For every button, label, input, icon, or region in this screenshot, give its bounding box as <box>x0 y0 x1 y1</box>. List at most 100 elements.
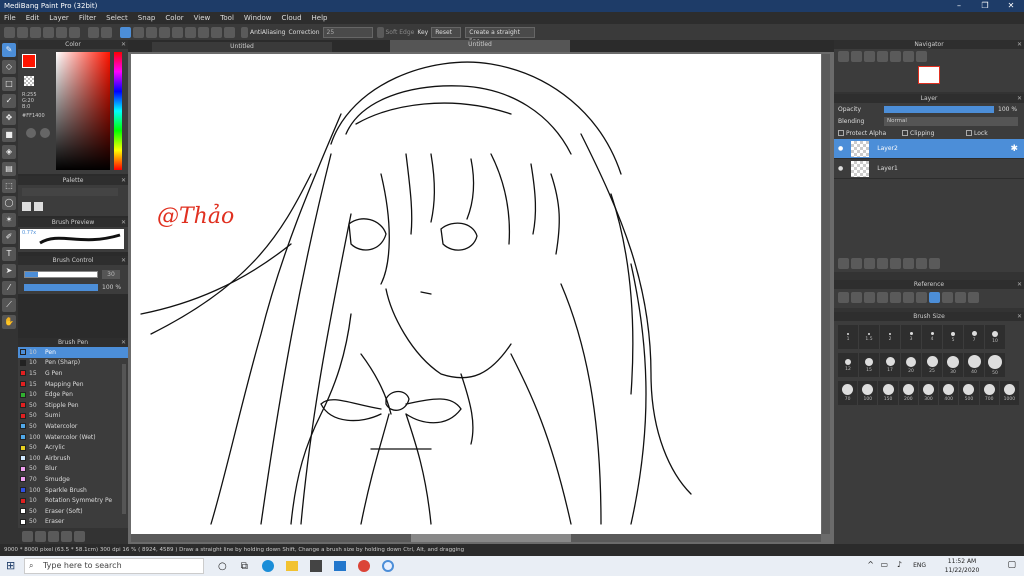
delete-palette-icon[interactable] <box>34 202 43 211</box>
mail-icon[interactable] <box>333 561 346 571</box>
edge-icon[interactable] <box>261 560 274 572</box>
ref-flip-icon[interactable] <box>968 292 979 303</box>
soft-edge-checkbox[interactable] <box>376 26 384 38</box>
straight-line-button[interactable]: Create a straight line <box>465 26 536 45</box>
hand-tool-icon[interactable]: ✋ <box>2 315 16 329</box>
merge-layer-icon[interactable] <box>916 258 927 269</box>
panel-close-icon[interactable]: ✕ <box>1017 312 1022 321</box>
brush-item[interactable]: 50 Sumi <box>18 411 128 422</box>
visibility-eye-icon[interactable]: ● <box>838 165 843 172</box>
protect-alpha-checkbox[interactable] <box>838 130 844 136</box>
cortana-icon[interactable]: ○ <box>218 561 227 572</box>
antialias-checkbox[interactable] <box>241 26 248 38</box>
eraser-tool-icon[interactable]: ◇ <box>2 60 16 74</box>
redo-icon[interactable] <box>101 26 112 38</box>
brush-tool-icon[interactable]: ✎ <box>2 43 16 57</box>
brush-add-icon[interactable] <box>22 530 33 542</box>
brush-size-option[interactable]: 200 <box>898 381 918 405</box>
brush-item[interactable]: 50 Blur <box>18 464 128 475</box>
ref-eyedropper-icon[interactable] <box>916 292 927 303</box>
panel-close-icon[interactable]: ✕ <box>1017 280 1022 289</box>
drawing-canvas[interactable]: @Thảo <box>131 54 821 534</box>
canvas-horizontal-scrollbar[interactable] <box>131 534 821 542</box>
brush-import-icon[interactable] <box>48 530 59 542</box>
windows-start-icon[interactable]: ⊞ <box>6 560 18 572</box>
brush-item[interactable]: 100 Watercolor (Wet) <box>18 432 128 443</box>
brush-size-option[interactable]: 25 <box>922 353 942 377</box>
menu-tool[interactable]: Tool <box>220 14 234 22</box>
operation-tool-icon[interactable]: ➤ <box>2 264 16 278</box>
zoom-out-icon[interactable] <box>851 51 862 62</box>
menu-layer[interactable]: Layer <box>49 14 69 22</box>
ref-close-icon[interactable] <box>864 292 875 303</box>
brush-size-option[interactable]: 10 <box>985 325 1005 349</box>
snap-cross-icon[interactable] <box>146 26 157 38</box>
brush-size-option[interactable]: 4 <box>922 325 942 349</box>
zoom-in-icon[interactable] <box>838 51 849 62</box>
layer-row-layer2[interactable]: ● Layer2 ✱ <box>834 139 1024 159</box>
brush-size-option[interactable]: 70 <box>838 381 858 405</box>
tray-chevron-icon[interactable]: ^ <box>867 560 874 569</box>
brush-size-option[interactable]: 17 <box>880 353 900 377</box>
brush-size-option[interactable]: 400 <box>939 381 959 405</box>
volume-icon[interactable]: ♪ <box>897 560 902 569</box>
add-layer-menu-icon[interactable] <box>877 258 888 269</box>
new-folder-icon[interactable] <box>890 258 901 269</box>
visibility-eye-icon[interactable]: ● <box>838 145 843 152</box>
brush-item[interactable]: 10 Rotation Symmetry Pe <box>18 495 128 506</box>
layer-row-layer1[interactable]: ● Layer1 <box>834 159 1024 179</box>
brush-item[interactable]: 50 Eraser (Soft) <box>18 506 128 517</box>
brush-size-option[interactable]: 700 <box>979 381 999 405</box>
panel-close-icon[interactable]: ✕ <box>121 256 126 265</box>
brush-size-option[interactable]: 1.5 <box>859 325 879 349</box>
brush-size-option[interactable]: 500 <box>959 381 979 405</box>
snap-gear-icon[interactable] <box>224 26 235 38</box>
brush-cloud-icon[interactable] <box>74 530 85 542</box>
menu-window[interactable]: Window <box>244 14 272 22</box>
ref-open-icon[interactable] <box>838 292 849 303</box>
menu-edit[interactable]: Edit <box>26 14 40 22</box>
select-pen-icon[interactable]: ✐ <box>2 230 16 244</box>
brush-size-option[interactable]: 1000 <box>999 381 1019 405</box>
task-view-icon[interactable]: ⧉ <box>241 561 248 572</box>
lasso-tool-icon[interactable]: ◯ <box>2 196 16 210</box>
rotate-left-icon[interactable] <box>890 51 901 62</box>
brush-item[interactable]: 100 Airbrush <box>18 453 128 464</box>
snap-curve-icon[interactable] <box>198 26 209 38</box>
navigator-thumbnail[interactable] <box>918 66 940 84</box>
panel-close-icon[interactable]: ✕ <box>121 40 126 49</box>
blending-select[interactable]: Normal <box>884 116 1018 126</box>
magic-wand-icon[interactable]: ✶ <box>2 213 16 227</box>
snap-parallel-icon[interactable] <box>133 26 144 38</box>
delete-layer-icon[interactable] <box>929 258 940 269</box>
text-tool-icon[interactable]: T <box>2 247 16 261</box>
menu-color[interactable]: Color <box>165 14 183 22</box>
fill-rect-tool-icon[interactable]: ■ <box>2 128 16 142</box>
minimize-button[interactable]: – <box>946 0 972 12</box>
store-icon[interactable] <box>309 560 322 572</box>
ref-image-icon[interactable] <box>851 292 862 303</box>
clock[interactable]: 11:52 AM 11/22/2020 <box>930 557 994 575</box>
undo-icon[interactable] <box>88 26 99 38</box>
snap-settings-icon[interactable] <box>211 26 222 38</box>
brush-item[interactable]: 10 Edge Pen <box>18 389 128 400</box>
brush-size-option[interactable]: 3 <box>901 325 921 349</box>
cloud-icon[interactable] <box>4 26 15 38</box>
close-button[interactable]: ✕ <box>998 0 1024 12</box>
menu-cloud[interactable]: Cloud <box>282 14 302 22</box>
add-palette-icon[interactable] <box>22 202 31 211</box>
snap-radial-icon[interactable] <box>172 26 183 38</box>
brush-size-option[interactable]: 1 <box>838 325 858 349</box>
brush-size-option[interactable]: 50 <box>985 353 1005 377</box>
brush-item[interactable]: 15 G Pen <box>18 368 128 379</box>
hue-slider[interactable] <box>114 52 122 170</box>
brush-size-option[interactable]: 2 <box>880 325 900 349</box>
panel-close-icon[interactable]: ✕ <box>121 218 126 227</box>
grid-icon[interactable] <box>56 26 67 38</box>
brush-size-option[interactable]: 100 <box>858 381 878 405</box>
file-explorer-icon[interactable] <box>285 561 298 571</box>
brush-item[interactable]: 70 Smudge <box>18 474 128 485</box>
color-mode-icon[interactable] <box>40 128 50 138</box>
snap-off-icon[interactable] <box>120 26 131 38</box>
eyedropper-tool-icon[interactable]: ⁄ <box>2 281 16 295</box>
